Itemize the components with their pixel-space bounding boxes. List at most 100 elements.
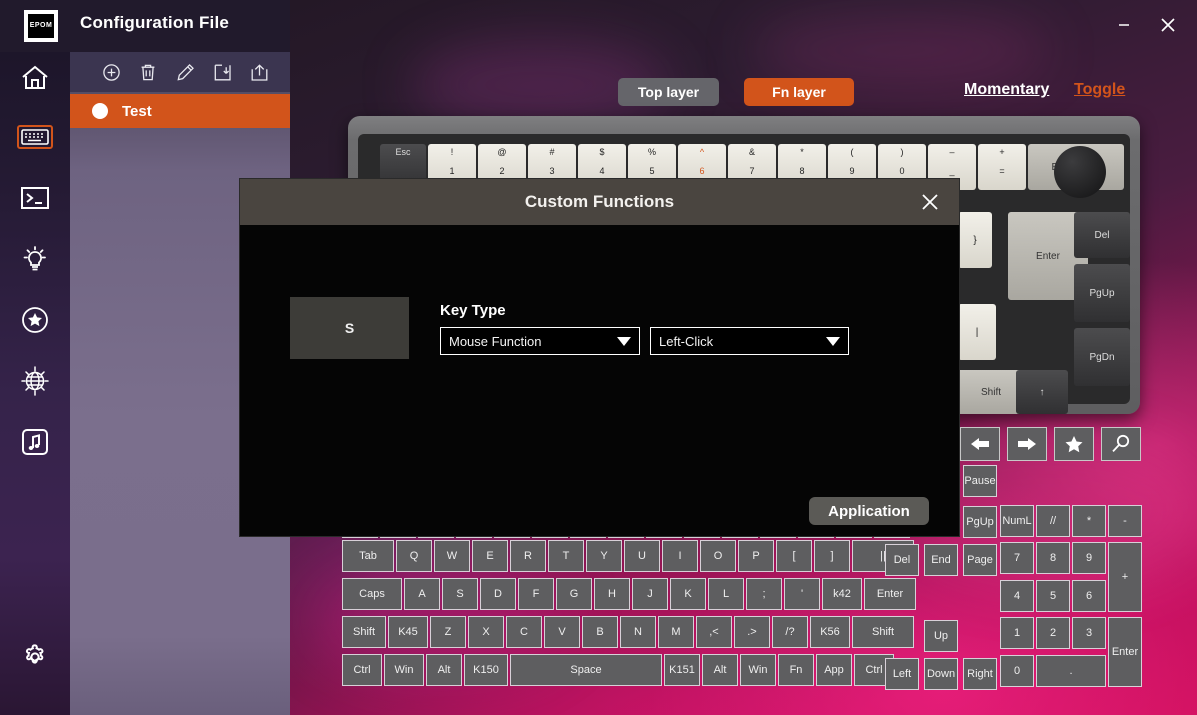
momentary-mode-link[interactable]: Momentary xyxy=(964,81,1049,99)
keymap-key-page[interactable]: Page xyxy=(963,544,997,576)
numpad-key-enter[interactable]: Enter xyxy=(1108,617,1142,687)
keymap-key-t[interactable]: T xyxy=(548,540,584,572)
keymap-key-c[interactable]: C xyxy=(506,616,542,648)
keymap-key-g[interactable]: G xyxy=(556,578,592,610)
search-button[interactable] xyxy=(1101,427,1141,461)
arrow-right-button[interactable] xyxy=(1007,427,1047,461)
keymap-key-j[interactable]: J xyxy=(632,578,668,610)
numpad-key-x[interactable]: + xyxy=(1108,542,1142,612)
key3d-del[interactable]: Del xyxy=(1074,212,1130,258)
import-profile-icon[interactable] xyxy=(211,61,233,83)
keymap-key-xx[interactable]: .> xyxy=(734,616,770,648)
keymap-key-o[interactable]: O xyxy=(700,540,736,572)
delete-profile-icon[interactable] xyxy=(137,61,159,83)
keymap-key-k45[interactable]: K45 xyxy=(388,616,428,648)
keymap-key-f[interactable]: F xyxy=(518,578,554,610)
numpad-key-xx[interactable]: // xyxy=(1036,505,1070,537)
keymap-key-v[interactable]: V xyxy=(544,616,580,648)
tab-fn-layer[interactable]: Fn layer xyxy=(744,78,854,106)
keymap-key-q[interactable]: Q xyxy=(396,540,432,572)
keymap-key-k56[interactable]: K56 xyxy=(810,616,850,648)
numpad-key-3[interactable]: 3 xyxy=(1072,617,1106,649)
sidebar-item-macro[interactable] xyxy=(0,174,70,222)
keymap-key-alt[interactable]: Alt xyxy=(426,654,462,686)
rename-profile-icon[interactable] xyxy=(174,61,196,83)
sidebar-item-music[interactable] xyxy=(0,418,70,466)
sidebar-item-global[interactable] xyxy=(0,357,70,405)
star-button[interactable] xyxy=(1054,427,1094,461)
sidebar-item-favorites[interactable] xyxy=(0,296,70,344)
numpad-key-7[interactable]: 7 xyxy=(1000,542,1034,574)
export-profile-icon[interactable] xyxy=(248,61,270,83)
keymap-key-pgup[interactable]: PgUp xyxy=(963,506,997,538)
numpad-key-x[interactable]: * xyxy=(1072,505,1106,537)
keymap-key-left[interactable]: Left xyxy=(885,658,919,690)
keymap-key-k[interactable]: K xyxy=(670,578,706,610)
keymap-key-k151[interactable]: K151 xyxy=(664,654,700,686)
add-profile-icon[interactable] xyxy=(100,61,122,83)
keymap-key-k42[interactable]: k42 xyxy=(822,578,862,610)
keymap-key-pause[interactable]: Pause xyxy=(963,465,997,497)
keymap-key-a[interactable]: A xyxy=(404,578,440,610)
keymap-key-space[interactable]: Space xyxy=(510,654,662,686)
minimize-button[interactable] xyxy=(1109,10,1139,40)
sidebar-item-home[interactable] xyxy=(0,54,70,102)
keymap-key-x[interactable]: X xyxy=(468,616,504,648)
keymap-key-l[interactable]: L xyxy=(708,578,744,610)
key3d-x[interactable]: } xyxy=(958,212,992,268)
keymap-key-enter[interactable]: Enter xyxy=(864,578,916,610)
keymap-key-caps[interactable]: Caps xyxy=(342,578,402,610)
apply-button[interactable]: Application xyxy=(809,497,929,525)
mouse-action-select[interactable]: Left-Click xyxy=(650,327,849,355)
keymap-key-shift[interactable]: Shift xyxy=(852,616,914,648)
keymap-key-down[interactable]: Down xyxy=(924,658,958,690)
keymap-key-n[interactable]: N xyxy=(620,616,656,648)
keymap-key-alt[interactable]: Alt xyxy=(702,654,738,686)
keymap-key-x[interactable]: [ xyxy=(776,540,812,572)
numpad-key-x[interactable]: . xyxy=(1036,655,1106,687)
profile-list-item-test[interactable]: Test xyxy=(70,94,290,128)
keymap-key-h[interactable]: H xyxy=(594,578,630,610)
numpad-key-numl[interactable]: NumL xyxy=(1000,505,1034,537)
sidebar-item-lighting[interactable] xyxy=(0,235,70,283)
keymap-key-app[interactable]: App xyxy=(816,654,852,686)
keymap-key-win[interactable]: Win xyxy=(384,654,424,686)
sidebar-item-settings[interactable] xyxy=(0,633,70,681)
keymap-key-end[interactable]: End xyxy=(924,544,958,576)
keymap-key-w[interactable]: W xyxy=(434,540,470,572)
numpad-key-8[interactable]: 8 xyxy=(1036,542,1070,574)
keymap-key-e[interactable]: E xyxy=(472,540,508,572)
keymap-key-s[interactable]: S xyxy=(442,578,478,610)
numpad-key-1[interactable]: 1 xyxy=(1000,617,1034,649)
numpad-key-4[interactable]: 4 xyxy=(1000,580,1034,612)
key3d-x[interactable]: += xyxy=(978,144,1026,190)
keymap-key-xx[interactable]: /? xyxy=(772,616,808,648)
keymap-key-x[interactable]: ] xyxy=(814,540,850,572)
numpad-key-x[interactable]: - xyxy=(1108,505,1142,537)
keymap-key-b[interactable]: B xyxy=(582,616,618,648)
keymap-key-xx[interactable]: ,< xyxy=(696,616,732,648)
keymap-key-x[interactable]: ; xyxy=(746,578,782,610)
numpad-key-5[interactable]: 5 xyxy=(1036,580,1070,612)
keymap-key-shift[interactable]: Shift xyxy=(342,616,386,648)
numpad-key-6[interactable]: 6 xyxy=(1072,580,1106,612)
keymap-key-m[interactable]: M xyxy=(658,616,694,648)
key3d-x[interactable]: | xyxy=(958,304,996,360)
keymap-key-x[interactable]: ' xyxy=(784,578,820,610)
keymap-key-d[interactable]: D xyxy=(480,578,516,610)
keymap-key-z[interactable]: Z xyxy=(430,616,466,648)
numpad-key-2[interactable]: 2 xyxy=(1036,617,1070,649)
tab-top-layer[interactable]: Top layer xyxy=(618,78,719,106)
dialog-close-icon[interactable] xyxy=(917,189,943,215)
key3d-pgdn[interactable]: PgDn xyxy=(1074,328,1130,386)
numpad-key-0[interactable]: 0 xyxy=(1000,655,1034,687)
sidebar-item-keyboard[interactable] xyxy=(0,113,70,161)
keymap-key-fn[interactable]: Fn xyxy=(778,654,814,686)
keymap-key-u[interactable]: U xyxy=(624,540,660,572)
keymap-key-ctrl[interactable]: Ctrl xyxy=(342,654,382,686)
keymap-key-k150[interactable]: K150 xyxy=(464,654,508,686)
keymap-key-up[interactable]: Up xyxy=(924,620,958,652)
keymap-key-r[interactable]: R xyxy=(510,540,546,572)
toggle-mode-link[interactable]: Toggle xyxy=(1074,81,1125,99)
keymap-key-win[interactable]: Win xyxy=(740,654,776,686)
